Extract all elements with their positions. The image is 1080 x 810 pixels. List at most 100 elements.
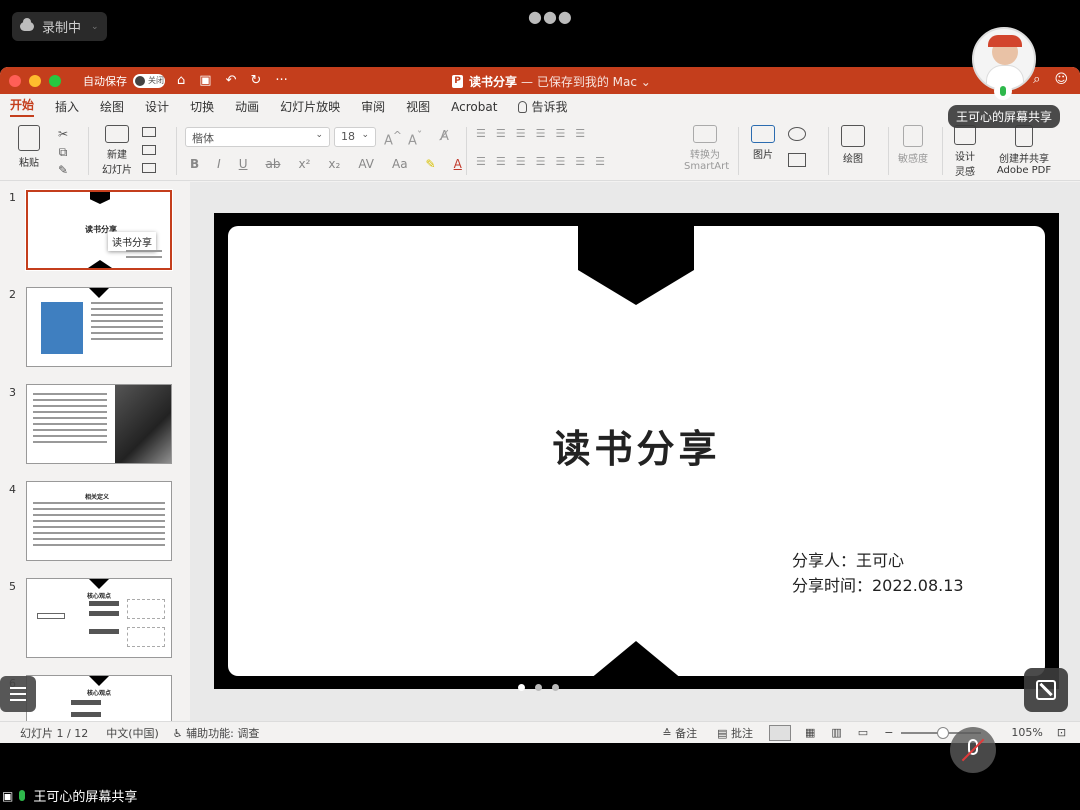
slideshow-view-icon[interactable]: ▭: [858, 726, 868, 739]
change-case-icon[interactable]: Aa: [392, 157, 408, 171]
copy-icon[interactable]: ⧉: [54, 145, 72, 160]
tab-transitions[interactable]: 切换: [190, 98, 214, 115]
paste-button[interactable]: 粘贴: [12, 125, 46, 169]
slide-title[interactable]: 读书分享: [214, 418, 1059, 473]
subscript-icon[interactable]: x₂: [328, 157, 340, 171]
slide-thumbnail-5[interactable]: 核心观点: [26, 578, 172, 658]
thumb-number: 4: [9, 483, 16, 496]
thumb-number: 5: [9, 580, 16, 593]
textbox-icon[interactable]: [788, 153, 806, 167]
underline-icon[interactable]: U: [239, 157, 248, 171]
page-dots[interactable]: [518, 684, 559, 691]
superscript-icon[interactable]: x²: [298, 157, 310, 171]
search-icon[interactable]: ⌕: [1033, 72, 1040, 87]
share-screen-icon: ▣: [2, 788, 14, 803]
font-color-icon[interactable]: A: [454, 157, 462, 171]
slide-thumbnail-1[interactable]: 读书分享 读书分享: [25, 189, 173, 271]
portrait-photo: [115, 385, 171, 463]
paragraph-controls[interactable]: ☰☰☰☰☰☰: [476, 127, 595, 140]
tab-design[interactable]: 设计: [145, 98, 169, 115]
layout-icon[interactable]: [142, 127, 156, 137]
presenter-info[interactable]: 分享人：王可心 分享时间：2022.08.13: [792, 548, 964, 598]
tab-slideshow[interactable]: 幻灯片放映: [280, 98, 340, 115]
cut-icon[interactable]: ✂: [54, 127, 72, 141]
recording-indicator[interactable]: 录制中 ⌄: [12, 12, 107, 41]
reading-view-icon[interactable]: ▥: [831, 726, 841, 739]
notes-button[interactable]: ≙ 备注: [662, 725, 697, 741]
slide-thumbnail-4[interactable]: 相关定义: [26, 481, 172, 561]
language-status[interactable]: 中文(中国): [106, 725, 159, 741]
tab-insert[interactable]: 插入: [55, 98, 79, 115]
slide-sorter-icon[interactable]: ▦: [805, 726, 815, 739]
save-icon[interactable]: ▣: [199, 73, 211, 88]
reset-icon[interactable]: [142, 145, 156, 155]
list-menu-button[interactable]: [0, 676, 36, 712]
picture-button[interactable]: 图片: [746, 125, 780, 161]
section-icon[interactable]: [142, 163, 156, 173]
decrease-font-icon[interactable]: Aˇ: [408, 129, 422, 148]
book-cover-image: [41, 302, 83, 354]
home-icon[interactable]: ⌂: [177, 73, 185, 88]
more-dots-icon[interactable]: ●●●: [528, 7, 573, 26]
tell-me[interactable]: 告诉我: [518, 98, 567, 115]
new-slide-button[interactable]: 新建 幻灯片: [98, 125, 136, 176]
minimize-window-button[interactable]: [29, 74, 41, 87]
screen-share-footer: ▣ 王可心的屏幕共享: [0, 786, 137, 806]
redo-icon[interactable]: ↻: [250, 73, 261, 88]
format-painter-icon[interactable]: ✎: [54, 163, 72, 177]
zoom-window-button[interactable]: [49, 74, 61, 87]
tab-acrobat[interactable]: Acrobat: [451, 100, 497, 114]
designer-button[interactable]: 设计 灵感: [948, 125, 982, 178]
picture-icon: [751, 125, 775, 143]
tab-review[interactable]: 审阅: [361, 98, 385, 115]
strikethrough-icon[interactable]: ab: [266, 157, 281, 171]
powerpoint-window: 自动保存 关闭 ⌂ ▣ ↶ ↻ ··· P 读书分享 — 已保存到我的 Mac …: [0, 67, 1080, 743]
clear-format-icon[interactable]: A̸: [440, 129, 449, 144]
autosave-toggle[interactable]: 关闭: [133, 73, 165, 88]
font-family-select[interactable]: 楷体 ⌄: [185, 127, 330, 147]
highlight-icon[interactable]: ✎: [426, 157, 436, 171]
alignment-controls[interactable]: ☰☰☰☰☰☰☰: [476, 155, 615, 168]
slide-thumbnail-6[interactable]: 核心观点: [26, 675, 172, 727]
mute-mic-button[interactable]: [950, 727, 996, 773]
font-size-select[interactable]: 18 ⌄: [334, 127, 376, 147]
current-slide[interactable]: 读书分享 分享人：王可心 分享时间：2022.08.13: [214, 213, 1059, 689]
more-icon[interactable]: ···: [275, 73, 287, 88]
slide-thumbnail-2[interactable]: [26, 287, 172, 367]
adobe-pdf-button[interactable]: 创建并共享 Adobe PDF: [996, 125, 1052, 176]
italic-icon[interactable]: I: [217, 157, 221, 171]
shapes-icon[interactable]: [788, 127, 806, 141]
tab-animations[interactable]: 动画: [235, 98, 259, 115]
clipboard-icon: [18, 125, 40, 151]
char-spacing-icon[interactable]: AV: [358, 157, 374, 171]
mic-on-icon: [19, 790, 26, 801]
increase-font-icon[interactable]: A^: [384, 129, 402, 148]
expand-button[interactable]: [1024, 668, 1068, 712]
save-status[interactable]: — 已保存到我的 Mac ⌄: [521, 73, 651, 90]
drawing-button[interactable]: 绘图: [836, 125, 870, 165]
account-icon[interactable]: ☺: [1054, 72, 1068, 87]
zoom-out-icon[interactable]: −: [884, 726, 893, 739]
accessibility-status[interactable]: ♿ 辅助功能: 调查: [173, 725, 260, 741]
close-window-button[interactable]: [9, 74, 21, 87]
recording-label: 录制中: [42, 21, 82, 36]
bold-icon[interactable]: B: [190, 157, 199, 171]
zoom-level[interactable]: 105%: [1011, 726, 1042, 739]
mic-on-icon: [994, 82, 1012, 100]
comments-button[interactable]: ▤ 批注: [717, 725, 753, 741]
convert-smartart-button[interactable]: 转换为 SmartArt: [684, 125, 729, 172]
autosave-label: 自动保存: [83, 74, 127, 88]
undo-icon[interactable]: ↶: [226, 73, 237, 88]
slide-editor-canvas[interactable]: 读书分享 分享人：王可心 分享时间：2022.08.13: [190, 182, 1080, 727]
tab-view[interactable]: 视图: [406, 98, 430, 115]
sensitivity-button[interactable]: 敏感度: [893, 125, 933, 165]
sensitivity-icon: [903, 125, 923, 147]
slide-thumbnail-3[interactable]: [26, 384, 172, 464]
thumb-number: 2: [9, 288, 16, 301]
tab-draw[interactable]: 绘图: [100, 98, 124, 115]
share-date: 分享时间：2022.08.13: [792, 576, 964, 595]
tab-home[interactable]: 开始: [10, 96, 35, 117]
fit-slide-icon[interactable]: ⊡: [1057, 726, 1066, 739]
title-bar: 自动保存 关闭 ⌂ ▣ ↶ ↻ ··· P 读书分享 — 已保存到我的 Mac …: [0, 67, 1080, 94]
normal-view-icon[interactable]: [768, 724, 791, 741]
